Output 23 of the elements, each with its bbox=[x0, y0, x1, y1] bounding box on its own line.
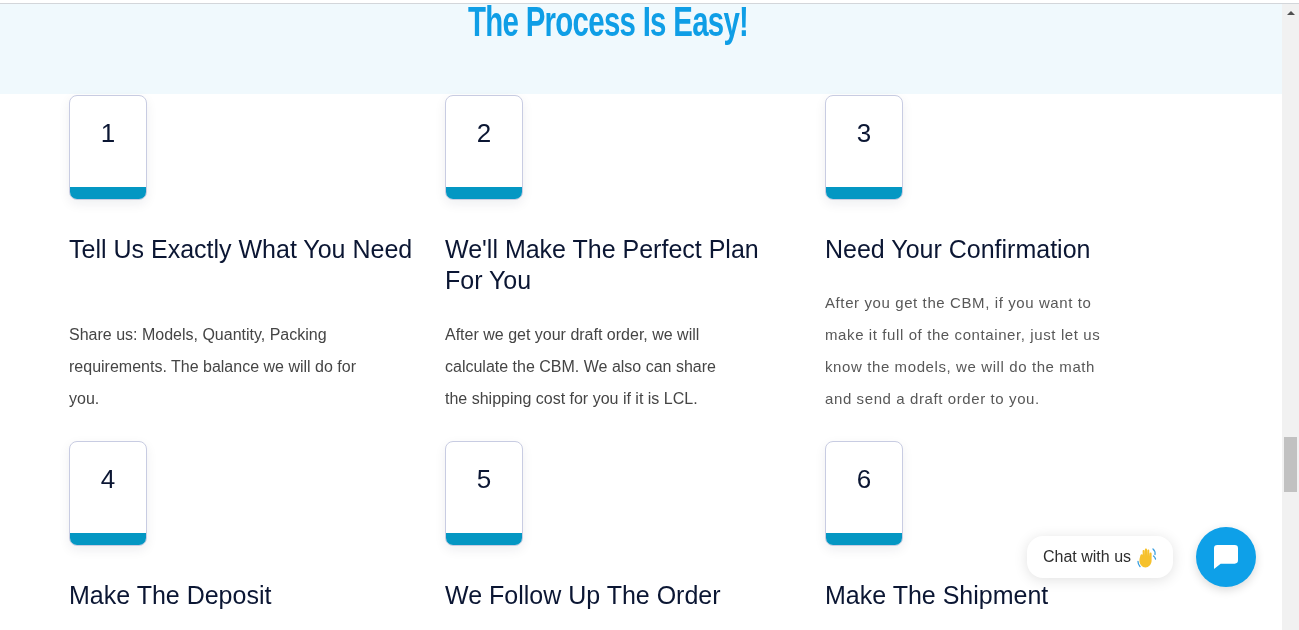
step-title: Tell Us Exactly What You Need bbox=[69, 234, 413, 265]
step-title: We'll Make The Perfect Plan For You bbox=[445, 234, 760, 296]
chat-prompt-bubble[interactable]: Chat with us bbox=[1027, 536, 1174, 578]
step-number: 1 bbox=[100, 118, 116, 148]
step-number: 3 bbox=[856, 118, 872, 148]
step-title: We Follow Up The Order bbox=[445, 580, 721, 611]
step-description: After you get the CBM, if you want to make it full of the container, just let us know the models, we will do the math and send a draft order to you. bbox=[825, 293, 1102, 409]
step-number: 2 bbox=[476, 118, 492, 148]
step-description: Share us: Models, Quantity, Packing requirements. The balance we will do for you. bbox=[69, 325, 357, 409]
chat-prompt-text: Chat with us bbox=[1043, 548, 1132, 566]
step-title: Need Your Confirmation bbox=[825, 234, 1091, 265]
step-title: Make The Deposit bbox=[69, 580, 272, 611]
chat-icon bbox=[1214, 545, 1238, 569]
scrollbar-thumb[interactable] bbox=[1284, 437, 1297, 492]
step-description: After we get your draft order, we will calculate the CBM. We also can share the shipping cost for you if it is LCL. bbox=[445, 325, 717, 409]
waving-hand-icon bbox=[1137, 546, 1158, 568]
step-number: 5 bbox=[476, 464, 492, 494]
step-number: 4 bbox=[100, 464, 116, 494]
chat-button[interactable] bbox=[1196, 527, 1256, 587]
step-title: Make The Shipment bbox=[825, 580, 1049, 611]
scroll-up-arrow-icon[interactable] bbox=[1286, 10, 1295, 15]
section-title: The Process Is Easy! bbox=[467, 4, 749, 45]
step-number: 6 bbox=[856, 464, 872, 494]
